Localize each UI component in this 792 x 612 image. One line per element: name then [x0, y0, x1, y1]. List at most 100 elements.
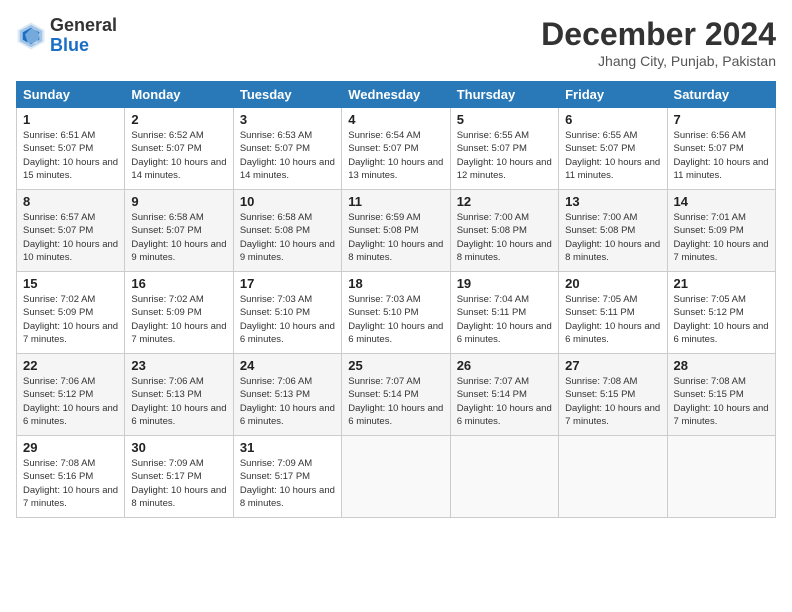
day-number: 14 — [674, 194, 769, 209]
day-number: 28 — [674, 358, 769, 373]
header-saturday: Saturday — [667, 82, 775, 108]
day-info: Sunrise: 6:53 AM Sunset: 5:07 PM Dayligh… — [240, 129, 335, 182]
day-info: Sunrise: 6:57 AM Sunset: 5:07 PM Dayligh… — [23, 211, 118, 264]
day-info: Sunrise: 7:00 AM Sunset: 5:08 PM Dayligh… — [565, 211, 660, 264]
calendar-cell: 7 Sunrise: 6:56 AM Sunset: 5:07 PM Daylig… — [667, 108, 775, 190]
day-info: Sunrise: 7:02 AM Sunset: 5:09 PM Dayligh… — [131, 293, 226, 346]
day-info: Sunrise: 7:09 AM Sunset: 5:17 PM Dayligh… — [240, 457, 335, 510]
calendar-cell: 28Sunrise: 7:08 AM Sunset: 5:15 PM Dayli… — [667, 354, 775, 436]
day-number: 27 — [565, 358, 660, 373]
day-info: Sunrise: 7:06 AM Sunset: 5:13 PM Dayligh… — [240, 375, 335, 428]
day-number: 25 — [348, 358, 443, 373]
calendar-week-5: 29Sunrise: 7:08 AM Sunset: 5:16 PM Dayli… — [17, 436, 776, 518]
calendar-cell — [342, 436, 450, 518]
calendar-week-4: 22 Sunrise: 7:06 AM Sunset: 5:12 PM Dayli… — [17, 354, 776, 436]
day-number: 24 — [240, 358, 335, 373]
calendar-cell — [450, 436, 558, 518]
day-number: 21 — [674, 276, 769, 291]
day-info: Sunrise: 7:06 AM Sunset: 5:12 PM Dayligh… — [23, 375, 118, 428]
calendar-cell: 29Sunrise: 7:08 AM Sunset: 5:16 PM Dayli… — [17, 436, 125, 518]
logo: General Blue — [16, 16, 117, 56]
calendar-week-2: 8 Sunrise: 6:57 AM Sunset: 5:07 PM Daylig… — [17, 190, 776, 272]
day-info: Sunrise: 6:55 AM Sunset: 5:07 PM Dayligh… — [457, 129, 552, 182]
day-info: Sunrise: 7:07 AM Sunset: 5:14 PM Dayligh… — [457, 375, 552, 428]
day-info: Sunrise: 7:02 AM Sunset: 5:09 PM Dayligh… — [23, 293, 118, 346]
day-number: 6 — [565, 112, 660, 127]
calendar-cell: 17 Sunrise: 7:03 AM Sunset: 5:10 PM Dayli… — [233, 272, 341, 354]
logo-icon — [16, 21, 46, 51]
day-info: Sunrise: 7:07 AM Sunset: 5:14 PM Dayligh… — [348, 375, 443, 428]
day-number: 31 — [240, 440, 335, 455]
calendar-cell: 13 Sunrise: 7:00 AM Sunset: 5:08 PM Dayli… — [559, 190, 667, 272]
calendar-table: SundayMondayTuesdayWednesdayThursdayFrid… — [16, 81, 776, 518]
calendar-cell: 30 Sunrise: 7:09 AM Sunset: 5:17 PM Dayli… — [125, 436, 233, 518]
day-number: 13 — [565, 194, 660, 209]
calendar-header-row: SundayMondayTuesdayWednesdayThursdayFrid… — [17, 82, 776, 108]
day-info: Sunrise: 6:58 AM Sunset: 5:08 PM Dayligh… — [240, 211, 335, 264]
day-number: 12 — [457, 194, 552, 209]
day-info: Sunrise: 7:05 AM Sunset: 5:11 PM Dayligh… — [565, 293, 660, 346]
calendar-cell: 31 Sunrise: 7:09 AM Sunset: 5:17 PM Dayli… — [233, 436, 341, 518]
calendar-week-3: 15 Sunrise: 7:02 AM Sunset: 5:09 PM Dayli… — [17, 272, 776, 354]
calendar-cell: 23Sunrise: 7:06 AM Sunset: 5:13 PM Dayli… — [125, 354, 233, 436]
calendar-cell: 19Sunrise: 7:04 AM Sunset: 5:11 PM Dayli… — [450, 272, 558, 354]
day-info: Sunrise: 7:03 AM Sunset: 5:10 PM Dayligh… — [240, 293, 335, 346]
day-number: 4 — [348, 112, 443, 127]
calendar-cell: 9 Sunrise: 6:58 AM Sunset: 5:07 PM Daylig… — [125, 190, 233, 272]
day-number: 7 — [674, 112, 769, 127]
logo-line2: Blue — [50, 36, 117, 56]
calendar-cell: 26 Sunrise: 7:07 AM Sunset: 5:14 PM Dayli… — [450, 354, 558, 436]
day-info: Sunrise: 7:03 AM Sunset: 5:10 PM Dayligh… — [348, 293, 443, 346]
calendar-cell: 12 Sunrise: 7:00 AM Sunset: 5:08 PM Dayli… — [450, 190, 558, 272]
calendar-cell: 10 Sunrise: 6:58 AM Sunset: 5:08 PM Dayli… — [233, 190, 341, 272]
calendar-cell — [667, 436, 775, 518]
day-info: Sunrise: 7:06 AM Sunset: 5:13 PM Dayligh… — [131, 375, 226, 428]
calendar-cell: 27 Sunrise: 7:08 AM Sunset: 5:15 PM Dayli… — [559, 354, 667, 436]
calendar-cell: 6Sunrise: 6:55 AM Sunset: 5:07 PM Daylig… — [559, 108, 667, 190]
main-title: December 2024 — [541, 16, 776, 53]
day-info: Sunrise: 6:51 AM Sunset: 5:07 PM Dayligh… — [23, 129, 118, 182]
header-sunday: Sunday — [17, 82, 125, 108]
day-number: 5 — [457, 112, 552, 127]
day-number: 9 — [131, 194, 226, 209]
day-info: Sunrise: 6:58 AM Sunset: 5:07 PM Dayligh… — [131, 211, 226, 264]
title-block: December 2024 Jhang City, Punjab, Pakist… — [541, 16, 776, 69]
calendar-cell: 1 Sunrise: 6:51 AM Sunset: 5:07 PM Daylig… — [17, 108, 125, 190]
header-monday: Monday — [125, 82, 233, 108]
day-number: 29 — [23, 440, 118, 455]
day-info: Sunrise: 6:56 AM Sunset: 5:07 PM Dayligh… — [674, 129, 769, 182]
calendar-cell: 24 Sunrise: 7:06 AM Sunset: 5:13 PM Dayli… — [233, 354, 341, 436]
subtitle: Jhang City, Punjab, Pakistan — [541, 53, 776, 69]
day-info: Sunrise: 7:00 AM Sunset: 5:08 PM Dayligh… — [457, 211, 552, 264]
calendar-cell: 15 Sunrise: 7:02 AM Sunset: 5:09 PM Dayli… — [17, 272, 125, 354]
day-number: 26 — [457, 358, 552, 373]
calendar-cell: 14 Sunrise: 7:01 AM Sunset: 5:09 PM Dayli… — [667, 190, 775, 272]
calendar-cell: 16 Sunrise: 7:02 AM Sunset: 5:09 PM Dayli… — [125, 272, 233, 354]
header-thursday: Thursday — [450, 82, 558, 108]
calendar-cell: 2Sunrise: 6:52 AM Sunset: 5:07 PM Daylig… — [125, 108, 233, 190]
day-info: Sunrise: 6:54 AM Sunset: 5:07 PM Dayligh… — [348, 129, 443, 182]
day-number: 30 — [131, 440, 226, 455]
logo-line1: General — [50, 16, 117, 36]
calendar-cell: 4 Sunrise: 6:54 AM Sunset: 5:07 PM Daylig… — [342, 108, 450, 190]
calendar-week-1: 1 Sunrise: 6:51 AM Sunset: 5:07 PM Daylig… — [17, 108, 776, 190]
day-info: Sunrise: 6:59 AM Sunset: 5:08 PM Dayligh… — [348, 211, 443, 264]
calendar-cell: 20Sunrise: 7:05 AM Sunset: 5:11 PM Dayli… — [559, 272, 667, 354]
day-number: 8 — [23, 194, 118, 209]
day-info: Sunrise: 7:01 AM Sunset: 5:09 PM Dayligh… — [674, 211, 769, 264]
calendar-cell: 21Sunrise: 7:05 AM Sunset: 5:12 PM Dayli… — [667, 272, 775, 354]
day-number: 11 — [348, 194, 443, 209]
day-info: Sunrise: 6:52 AM Sunset: 5:07 PM Dayligh… — [131, 129, 226, 182]
day-number: 10 — [240, 194, 335, 209]
day-number: 15 — [23, 276, 118, 291]
header-friday: Friday — [559, 82, 667, 108]
day-number: 17 — [240, 276, 335, 291]
day-number: 1 — [23, 112, 118, 127]
day-info: Sunrise: 7:09 AM Sunset: 5:17 PM Dayligh… — [131, 457, 226, 510]
calendar-cell — [559, 436, 667, 518]
calendar-cell: 25 Sunrise: 7:07 AM Sunset: 5:14 PM Dayli… — [342, 354, 450, 436]
day-number: 22 — [23, 358, 118, 373]
day-info: Sunrise: 7:08 AM Sunset: 5:15 PM Dayligh… — [565, 375, 660, 428]
day-number: 16 — [131, 276, 226, 291]
calendar-cell: 3Sunrise: 6:53 AM Sunset: 5:07 PM Daylig… — [233, 108, 341, 190]
